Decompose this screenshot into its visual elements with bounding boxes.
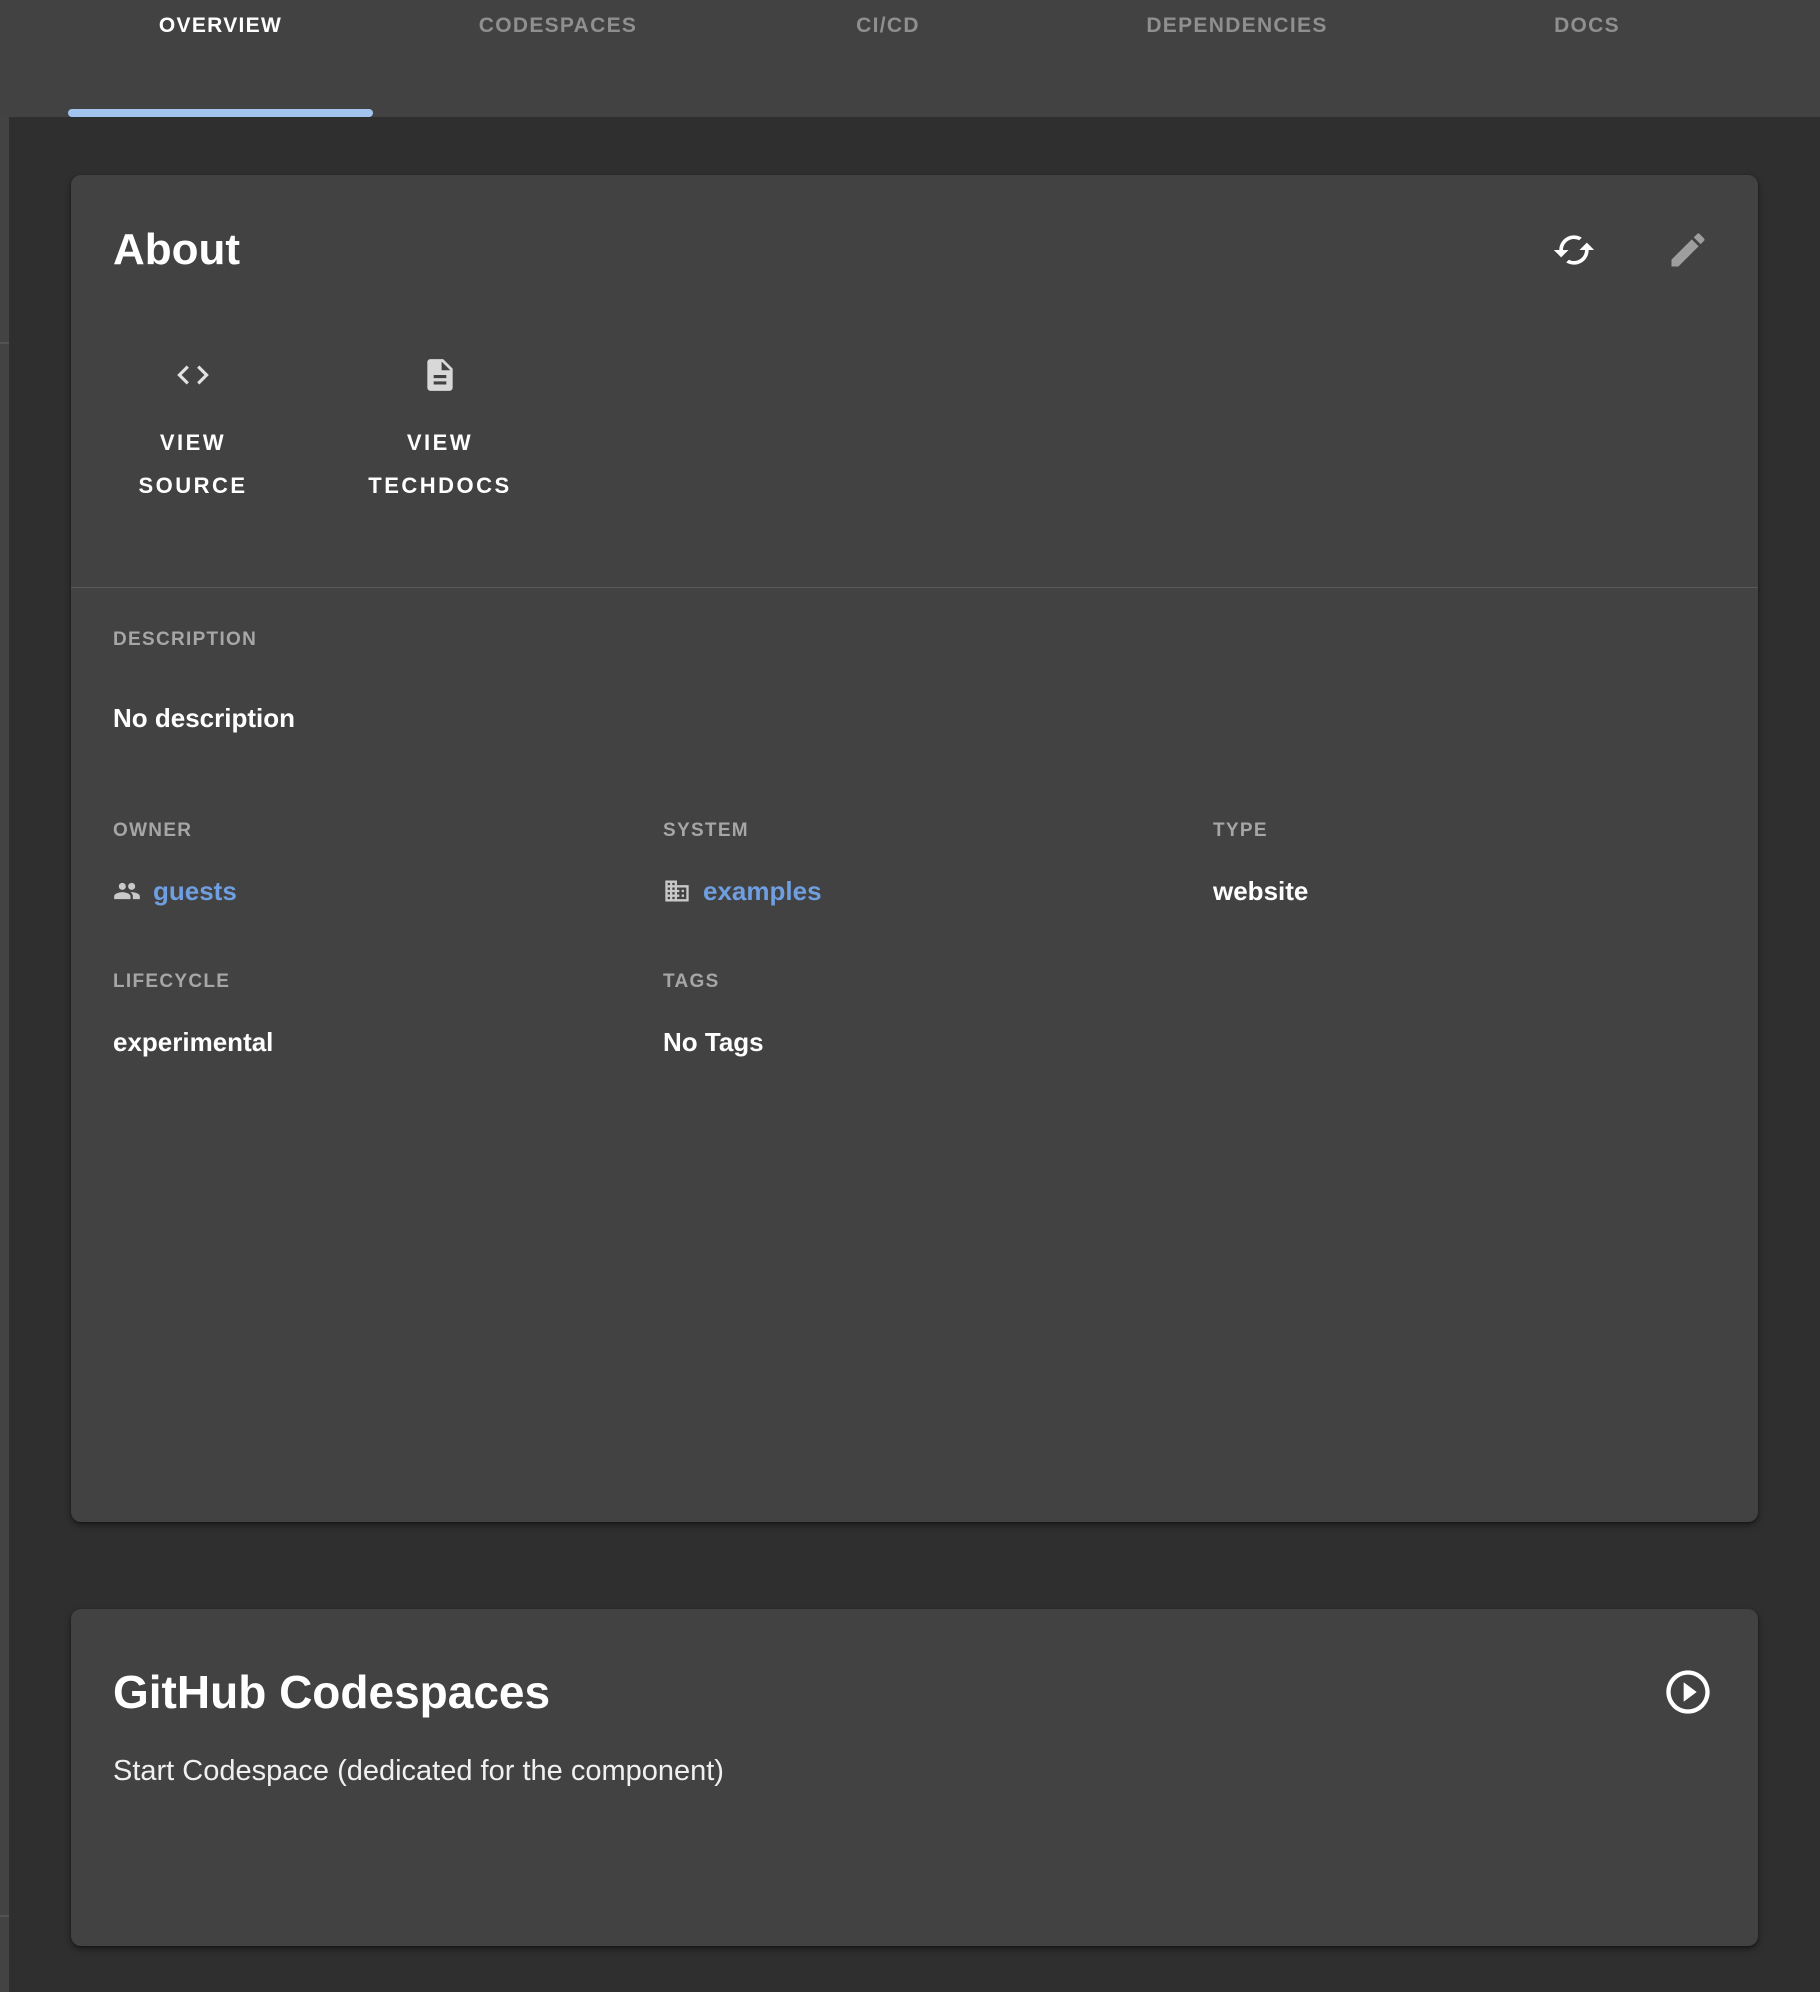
- about-card: About VIEW SOURCE: [71, 175, 1758, 1522]
- play-circle-icon: [1662, 1706, 1714, 1721]
- tab-dependencies[interactable]: DEPENDENCIES: [1033, 0, 1441, 117]
- overview-tab-content: About VIEW SOURCE: [0, 117, 1820, 1992]
- tags-field: TAGS No Tags: [663, 970, 1213, 1057]
- refresh-button[interactable]: [1552, 229, 1596, 273]
- about-card-divider: [71, 587, 1758, 588]
- owner-label: OWNER: [113, 819, 663, 842]
- tab-overview-label: OVERVIEW: [159, 14, 282, 117]
- sidebar-edge: [0, 117, 9, 1992]
- system-link[interactable]: examples: [663, 876, 822, 906]
- code-icon: [174, 356, 212, 409]
- type-label: TYPE: [1213, 819, 1716, 842]
- about-card-body: DESCRIPTION No description OWNER guests: [71, 628, 1758, 1057]
- sidebar-edge-divider: [0, 1915, 9, 1917]
- tab-docs-label: DOCS: [1554, 14, 1620, 117]
- group-icon: [113, 877, 141, 905]
- lifecycle-field: LIFECYCLE experimental: [113, 970, 663, 1057]
- tab-ci-cd[interactable]: CI/CD: [743, 0, 1033, 117]
- active-tab-indicator: [68, 109, 373, 117]
- owner-value: guests: [153, 876, 237, 906]
- about-card-title: About: [113, 225, 240, 276]
- entity-tab-bar: OVERVIEW CODESPACES CI/CD DEPENDENCIES D…: [0, 0, 1820, 117]
- tab-codespaces[interactable]: CODESPACES: [373, 0, 743, 117]
- tab-dependencies-label: DEPENDENCIES: [1146, 14, 1327, 117]
- type-field: TYPE website: [1213, 819, 1716, 906]
- sidebar-edge-divider: [0, 342, 9, 344]
- owner-field: OWNER guests: [113, 819, 663, 906]
- tab-overview[interactable]: OVERVIEW: [68, 0, 373, 117]
- codespaces-card-title: GitHub Codespaces: [113, 1666, 724, 1719]
- tab-ci-cd-label: CI/CD: [856, 14, 920, 117]
- system-value: examples: [703, 876, 822, 906]
- owner-link[interactable]: guests: [113, 876, 237, 906]
- about-card-quick-links: VIEW SOURCE VIEW TECHDOCS: [71, 276, 1758, 509]
- lifecycle-value: experimental: [113, 1027, 663, 1057]
- description-value: No description: [113, 703, 1716, 733]
- view-techdocs-button[interactable]: VIEW TECHDOCS: [335, 356, 545, 509]
- about-fields-grid: OWNER guests SYSTEM: [113, 819, 1716, 1057]
- about-card-actions: [1552, 229, 1710, 273]
- type-value: website: [1213, 876, 1716, 906]
- tab-docs[interactable]: DOCS: [1441, 0, 1733, 117]
- lifecycle-label: LIFECYCLE: [113, 970, 663, 993]
- business-icon: [663, 877, 691, 905]
- view-techdocs-label: VIEW TECHDOCS: [335, 422, 545, 508]
- tags-value: No Tags: [663, 1027, 1213, 1057]
- tags-label: TAGS: [663, 970, 1213, 993]
- codespaces-card-header: GitHub Codespaces Start Codespace (dedic…: [71, 1609, 1758, 1788]
- system-field: SYSTEM examples: [663, 819, 1213, 906]
- view-source-button[interactable]: VIEW SOURCE: [113, 356, 273, 509]
- codespaces-card-titles: GitHub Codespaces Start Codespace (dedic…: [113, 1666, 724, 1788]
- edit-button[interactable]: [1666, 229, 1710, 273]
- description-label: DESCRIPTION: [113, 628, 1716, 651]
- about-card-header: About: [71, 175, 1758, 276]
- system-label: SYSTEM: [663, 819, 1213, 842]
- start-codespace-button[interactable]: [1662, 1666, 1714, 1718]
- edit-icon: [1666, 228, 1710, 275]
- codespaces-card-subtitle: Start Codespace (dedicated for the compo…: [113, 1755, 724, 1788]
- codespaces-card: GitHub Codespaces Start Codespace (dedic…: [71, 1609, 1758, 1946]
- refresh-icon: [1552, 228, 1596, 275]
- docs-icon: [421, 356, 459, 409]
- view-source-label: VIEW SOURCE: [113, 422, 273, 508]
- tab-codespaces-label: CODESPACES: [479, 14, 637, 117]
